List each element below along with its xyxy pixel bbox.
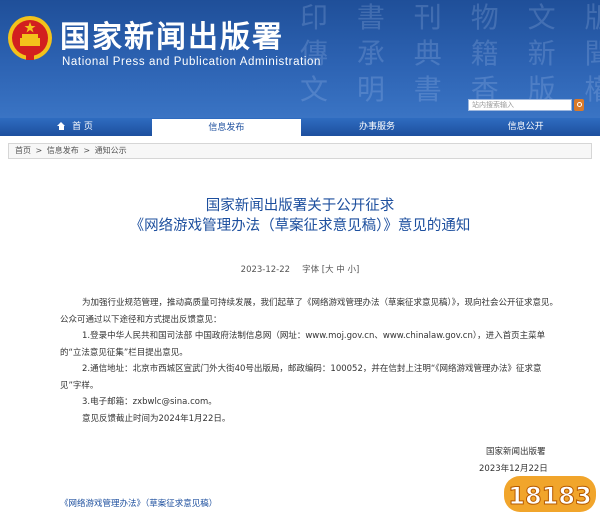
breadcrumb-separator: > <box>83 146 91 155</box>
breadcrumb-separator: > <box>35 146 43 155</box>
article-title-line1: 国家新闻出版署关于公开征求 <box>205 198 395 214</box>
article-meta: 2023-12-22 字体 [大 中 小] <box>0 263 600 275</box>
svg-text:18183: 18183 <box>508 482 592 510</box>
article-paragraph: 2.通信地址：北京市西城区宣武门外大街40号出版局，邮政编码：100052，并在… <box>60 364 542 391</box>
nav-label-services: 办事服务 <box>359 122 396 132</box>
home-icon <box>57 122 66 130</box>
nav-label-info-disclosure: 信息公开 <box>507 122 544 132</box>
article-paragraph: 3.电子邮箱：zxbwlc@sina.com。 <box>82 397 217 407</box>
article-paragraph: 为加强行业规范管理，推动高质量可持续发展，我们起草了《网络游戏管理办法（草案征求… <box>60 298 559 325</box>
nav-item-info-disclosure[interactable]: 信息公开 <box>451 118 600 136</box>
font-size-switcher[interactable]: [大 中 小] <box>322 265 360 275</box>
breadcrumb: 首页 > 信息发布 > 通知公示 <box>8 143 592 159</box>
site-banner: 印 書 刊 物 文 版 字 出傳 承 典 籍 新 聞 雅 頌文 明 書 香 版 … <box>0 0 600 118</box>
attachment-link[interactable]: 《网络游戏管理办法》（草案征求意见稿） <box>60 497 217 509</box>
article-title-line2: 《网络游戏管理办法（草案征求意见稿）》意见的通知 <box>129 218 471 234</box>
nav-item-home[interactable]: 首 页 <box>0 118 150 136</box>
site-subtitle: National Press and Publication Administr… <box>62 56 322 68</box>
nav-label-info-release: 信息发布 <box>208 123 245 133</box>
breadcrumb-home-link[interactable]: 首页 <box>15 146 31 155</box>
article-paragraph: 意见反馈截止时间为2024年1月22日。 <box>82 413 231 424</box>
font-size-label: 字体 <box>302 265 320 275</box>
watermark-logo: 18183 <box>504 476 596 512</box>
breadcrumb-notices-link[interactable]: 通知公示 <box>95 146 127 155</box>
site-title: 国家新闻出版署 <box>60 20 284 55</box>
nav-label-home: 首 页 <box>72 122 93 132</box>
search-input[interactable]: 站内搜索输入 <box>468 99 572 111</box>
national-emblem-icon <box>8 16 52 60</box>
article-body: 为加强行业规范管理，推动高质量可持续发展，我们起草了《网络游戏管理办法（草案征求… <box>60 295 560 427</box>
nav-item-info-release[interactable]: 信息发布 <box>152 119 301 136</box>
search-button[interactable] <box>574 99 584 111</box>
article-date: 2023-12-22 <box>240 265 291 275</box>
nav-item-services[interactable]: 办事服务 <box>303 118 452 136</box>
signature-organization: 国家新闻出版署 <box>486 447 546 457</box>
breadcrumb-info-release-link[interactable]: 信息发布 <box>47 146 79 155</box>
main-navigation: 首 页 信息发布 办事服务 信息公开 <box>0 118 600 136</box>
article-paragraph: 1.登录中华人民共和国司法部 中国政府法制信息网（网址：www.moj.gov.… <box>60 331 546 358</box>
